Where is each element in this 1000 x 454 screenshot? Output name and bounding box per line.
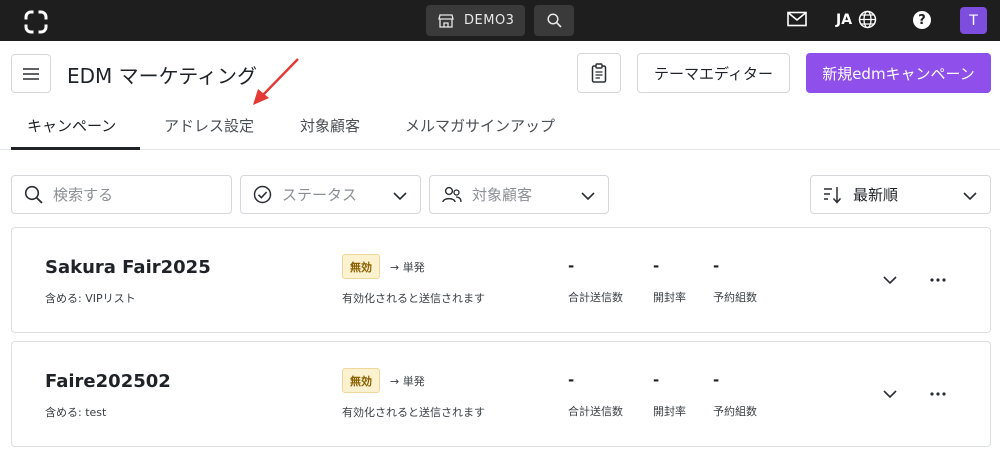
store-label: DEMO3 [464,13,515,28]
store-selector-button[interactable]: DEMO3 [426,5,525,36]
status-badge: 無効 [342,368,380,393]
expand-chevron-icon[interactable] [882,388,898,400]
globe-icon [858,10,877,29]
check-circle-icon [253,185,272,204]
campaign-name[interactable]: Sakura Fair2025 [45,257,211,278]
campaign-card[interactable]: Faire202502 含める: test 無効 → 単発 有効化されると送信さ… [11,341,991,447]
more-options-icon[interactable] [930,392,946,396]
search-placeholder: 検索する [53,186,114,204]
status-filter-label: ステータス [282,186,358,204]
campaign-name[interactable]: Faire202502 [45,371,171,392]
campaign-mode: → 単発 [390,261,425,274]
metric-open-rate-label: 開封率 [653,405,686,418]
metric-bookings-label: 予約組数 [713,291,757,304]
annotation-arrow-icon [253,58,299,105]
new-campaign-button[interactable]: 新規edmキャンペーン [806,53,991,93]
help-icon[interactable]: ? [913,11,931,29]
store-icon [438,13,454,28]
metric-open-rate-value: - [653,371,660,389]
help-glyph: ? [918,12,926,28]
logo-icon[interactable] [23,9,49,35]
tab-address-settings[interactable]: アドレス設定 [164,115,254,136]
theme-editor-button[interactable]: テーマエディター [637,53,790,93]
campaign-note: 有効化されると送信されます [342,406,485,419]
sort-icon [823,186,843,204]
expand-chevron-icon[interactable] [882,274,898,286]
language-selector[interactable]: JA [836,10,877,29]
chevron-down-icon [393,192,407,201]
global-search-button[interactable] [534,5,574,36]
menu-button[interactable] [11,54,51,93]
sort-label: 最新順 [853,186,899,204]
tab-campaigns[interactable]: キャンペーン [27,115,116,136]
user-avatar[interactable]: T [960,7,987,34]
active-tab-indicator [11,147,140,150]
search-icon [24,185,43,204]
top-bar: DEMO3 JA ? T [0,0,1000,41]
users-icon [442,185,462,204]
mail-icon[interactable] [787,11,807,27]
target-filter-label: 対象顧客 [472,186,533,204]
campaign-note: 有効化されると送信されます [342,292,485,305]
clipboard-icon [591,63,607,83]
metric-bookings-value: - [713,371,720,389]
status-badge: 無効 [342,254,380,279]
metric-total-sent-value: - [568,371,575,389]
target-filter-dropdown[interactable]: 対象顧客 [429,175,609,214]
campaign-card[interactable]: Sakura Fair2025 含める: VIPリスト 無効 → 単発 有効化さ… [11,227,991,333]
metric-bookings-label: 予約組数 [713,405,757,418]
metric-total-sent-value: - [568,257,575,275]
metric-open-rate-label: 開封率 [653,291,686,304]
campaign-include: 含める: VIPリスト [45,292,136,305]
tab-bar: キャンペーン アドレス設定 対象顧客 メルマガサインアップ [0,104,1000,150]
clipboard-button[interactable] [577,53,621,93]
search-input[interactable]: 検索する [11,175,232,214]
campaign-include: 含める: test [45,406,107,419]
metric-total-sent-label: 合計送信数 [568,405,623,418]
campaign-mode: → 単発 [390,375,425,388]
status-filter-dropdown[interactable]: ステータス [240,175,421,214]
avatar-initial: T [969,12,978,29]
tab-newsletter-signup[interactable]: メルマガサインアップ [405,115,555,136]
hamburger-icon [23,67,39,80]
metric-open-rate-value: - [653,257,660,275]
metric-bookings-value: - [713,257,720,275]
chevron-down-icon [963,192,977,201]
tab-target-customers[interactable]: 対象顧客 [300,115,360,136]
sort-dropdown[interactable]: 最新順 [810,175,991,214]
page-title: EDM マーケティング [67,64,258,88]
language-label: JA [836,11,853,28]
more-options-icon[interactable] [930,278,946,282]
search-icon [546,13,562,28]
chevron-down-icon [581,192,595,201]
metric-total-sent-label: 合計送信数 [568,291,623,304]
